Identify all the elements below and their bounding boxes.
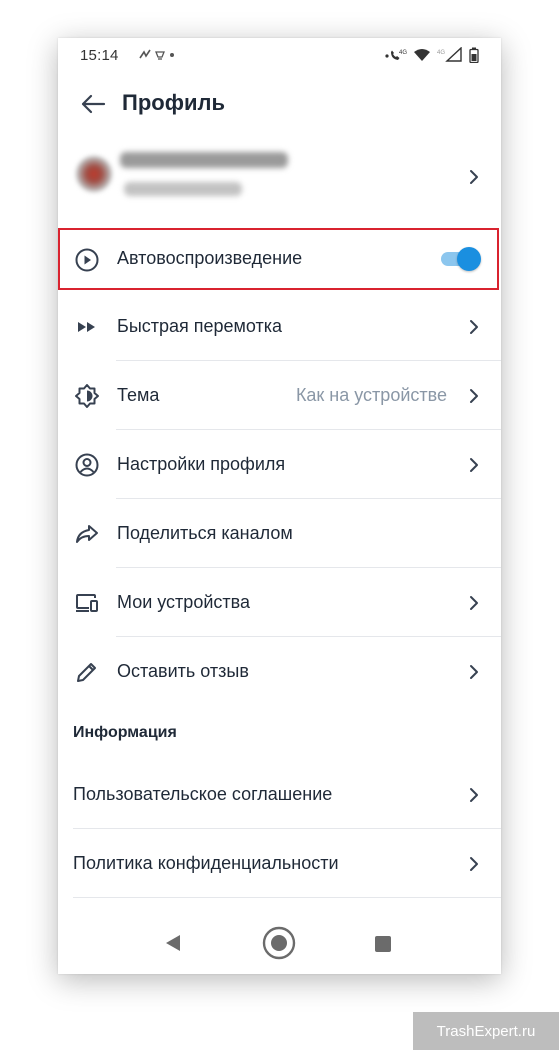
chevron-right-icon [470, 458, 478, 472]
settings-item-my-devices[interactable]: Мои устройства [58, 568, 501, 637]
nav-home-icon[interactable] [262, 926, 296, 960]
info-item-user-agreement[interactable]: Пользовательское соглашение [58, 760, 501, 829]
settings-item-label: Мои устройства [117, 592, 250, 612]
info-item-label: Политика конфиденциальности [73, 853, 339, 873]
chevron-right-icon [470, 320, 478, 334]
settings-item-label: Оставить отзыв [117, 661, 249, 681]
settings-item-label: Настройки профиля [117, 454, 286, 474]
chevron-right-icon [470, 665, 478, 679]
app-header: Профиль [58, 84, 501, 124]
battery-icon [469, 47, 479, 63]
settings-item-label: Быстрая перемотка [117, 316, 283, 336]
avatar [76, 156, 112, 192]
arrow-left-icon [81, 94, 106, 114]
page-title: Профиль [122, 90, 225, 115]
signal-icon: 4G [437, 47, 462, 62]
nav-recents-icon[interactable] [374, 935, 392, 953]
pencil-icon [77, 663, 96, 682]
autoplay-setting: Автовоспроизведение [58, 228, 499, 290]
settings-item-label: Поделиться каналом [117, 523, 293, 543]
notification-icon [139, 49, 174, 60]
svg-text:4G: 4G [437, 50, 445, 56]
wifi-icon [414, 49, 430, 61]
status-bar: 15:14 4G 4G [58, 38, 501, 72]
autoplay-label: Автовоспроизведение [117, 248, 303, 268]
play-circle-icon [75, 248, 99, 272]
fast-forward-icon [78, 322, 95, 332]
settings-item-share-channel[interactable]: Поделиться каналом [58, 499, 501, 568]
theme-value: Как на устройстве [295, 385, 447, 405]
autoplay-toggle[interactable] [437, 247, 481, 271]
svg-text:4G: 4G [399, 50, 407, 56]
chevron-right-icon [470, 389, 478, 403]
user-circle-icon [75, 453, 99, 477]
devices-icon [76, 594, 98, 612]
profile-card[interactable] [58, 136, 501, 226]
profile-subtitle-blurred [124, 182, 242, 196]
chevron-right-icon [470, 857, 478, 871]
settings-item-label: Тема [117, 385, 160, 405]
status-right-icons: 4G 4G [385, 47, 479, 63]
nav-back-icon[interactable] [164, 934, 182, 952]
status-time: 15:14 [80, 47, 119, 64]
settings-item-theme[interactable]: Тема Как на устройстве [58, 361, 501, 430]
divider [73, 897, 501, 898]
profile-name-blurred [120, 152, 288, 168]
watermark: TrashExpert.ru [413, 1012, 559, 1050]
call-4g-icon: 4G [385, 50, 407, 60]
chevron-right-icon [470, 170, 478, 184]
back-button[interactable] [80, 92, 106, 116]
info-section-title: Информация [73, 724, 177, 741]
notification-icons [138, 48, 182, 65]
settings-item-fast-forward[interactable]: Быстрая перемотка [58, 292, 501, 361]
settings-item-leave-feedback[interactable]: Оставить отзыв [58, 637, 501, 706]
system-nav-bar [58, 910, 501, 974]
chevron-right-icon [470, 596, 478, 610]
theme-brightness-icon [75, 384, 99, 408]
phone-screen: 15:14 4G 4G Профиль Автовоспроизведение … [58, 38, 501, 974]
share-arrow-icon [76, 525, 98, 543]
toggle-knob [457, 247, 481, 271]
info-item-label: Пользовательское соглашение [73, 784, 333, 804]
info-item-privacy-policy[interactable]: Политика конфиденциальности [58, 829, 501, 898]
chevron-right-icon [470, 788, 478, 802]
settings-item-profile-settings[interactable]: Настройки профиля [58, 430, 501, 499]
